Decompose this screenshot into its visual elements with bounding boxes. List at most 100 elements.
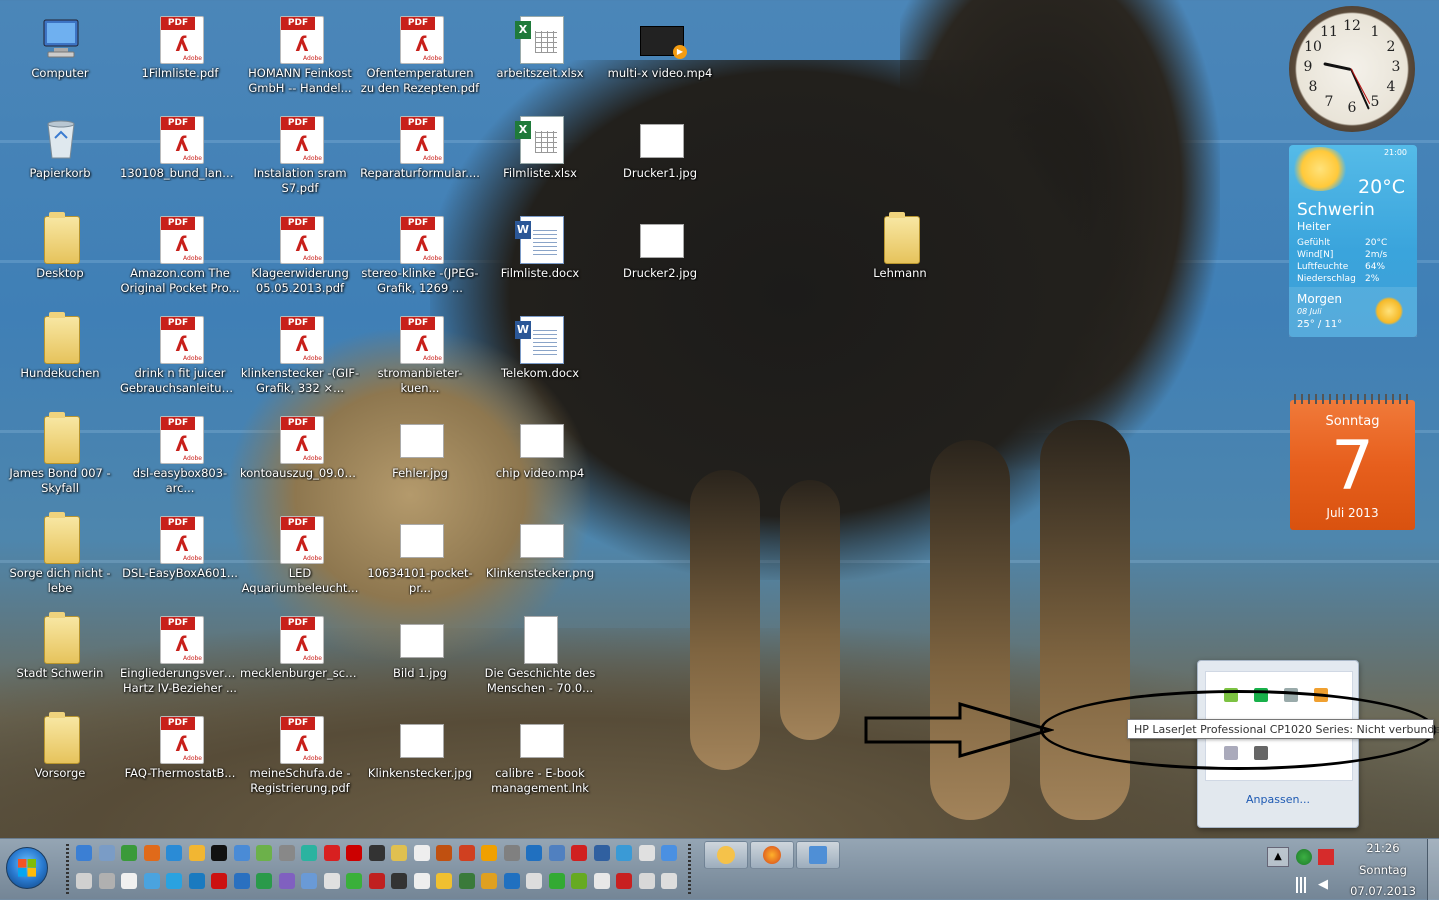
desktop-icon[interactable]: PDF ʎ Adobe 130108_bund_landw... [120,108,240,204]
quick-launch-app-icon[interactable] [76,873,92,889]
weather-gadget[interactable]: 21:00 20°C Schwerin Heiter Gefühlt 20°C W… [1289,145,1417,337]
taskbar-app-button[interactable] [704,841,748,869]
customize-link[interactable]: Anpassen... [1198,793,1358,806]
quick-launch-app-icon[interactable] [368,873,385,889]
quick-launch-app-icon[interactable] [548,873,565,889]
quick-launch-app-icon[interactable] [166,845,182,861]
quick-launch-app-icon[interactable] [593,845,610,861]
quick-launch-app-icon[interactable] [188,873,205,889]
desktop-icon[interactable]: PDF ʎ Adobe stereo-klinke -(JPEG-Grafik, 12… [360,208,480,304]
desktop-icon[interactable]: Die Geschichte des Menschen - 70.0... [480,608,600,704]
quick-launch-app-icon[interactable] [503,873,520,889]
calendar-gadget[interactable]: Sonntag 7 Juli 2013 [1290,394,1415,530]
volume-icon[interactable]: ◀ [1318,877,1334,893]
quick-launch-app-icon[interactable] [166,873,182,889]
quick-launch-app-icon[interactable] [503,845,520,861]
desktop-icon[interactable]: PDF ʎ Adobe Eingliederungsvere... Hartz IV-… [120,608,240,704]
signal-icon[interactable] [1296,877,1312,893]
quick-launch-app-icon[interactable] [121,845,137,861]
desktop-icon[interactable]: PDF ʎ Adobe DSL-EasyBoxA601... [120,508,240,604]
security-icon[interactable] [1296,849,1312,865]
quick-launch-app-icon[interactable] [143,873,160,889]
desktop-icon[interactable]: Papierkorb [0,108,120,204]
desktop-icon[interactable]: PDF ʎ Adobe Amazon.com The Original Pocket … [120,208,240,304]
desktop-icon[interactable]: PDF ʎ Adobe Klageerwiderung 05.05.2013.pdf [240,208,360,304]
desktop-icon[interactable]: PDF ʎ Adobe drink n fit juicer Gebrauchsanl… [120,308,240,404]
start-button[interactable] [6,847,48,889]
taskbar-clock-weekday[interactable]: Sonntag [1346,863,1420,877]
quick-launch-app-icon[interactable] [256,873,272,889]
quick-launch-app-icon[interactable] [211,845,227,861]
desktop-icon[interactable]: Fehler.jpg [360,408,480,504]
desktop-icon[interactable]: Sorge dich nicht - lebe [0,508,120,604]
quick-launch-app-icon[interactable] [436,845,452,861]
quick-launch-app-icon[interactable] [323,873,340,889]
desktop-icon[interactable]: W Telekom.docx [480,308,600,404]
quick-launch-app-icon[interactable] [256,845,272,861]
desktop-icon[interactable]: chip video.mp4 [480,408,600,504]
desktop-icon[interactable]: PDF ʎ Adobe klinkenstecker -(GIF-Grafik, 33… [240,308,360,404]
desktop-icon[interactable]: PDF ʎ Adobe HOMANN Feinkost GmbH -- Handel.… [240,8,360,104]
quick-launch-app-icon[interactable] [346,873,362,889]
quick-launch-app-icon[interactable] [301,845,317,861]
quick-launch-app-icon[interactable] [458,845,475,861]
desktop-icon[interactable]: W Filmliste.docx [480,208,600,304]
desktop-icon[interactable]: Stadt Schwerin [0,608,120,704]
toolbar-grip[interactable] [66,844,69,894]
quick-launch-app-icon[interactable] [548,845,565,861]
quick-launch-app-icon[interactable] [233,845,250,861]
desktop-icon[interactable]: X Filmliste.xlsx [480,108,600,204]
quick-launch-app-icon[interactable] [368,845,385,861]
desktop-icon[interactable]: PDF ʎ Adobe FAQ-ThermostatB... [120,708,240,804]
toolbar-grip[interactable] [688,844,691,894]
desktop-icon[interactable]: PDF ʎ Adobe Reparaturformular.... [360,108,480,204]
desktop-icon[interactable]: Lehmann [840,208,960,304]
quick-launch-app-icon[interactable] [391,845,407,861]
quick-launch-app-icon[interactable] [571,845,587,861]
desktop-icon[interactable]: PDFʎAdobe kontoauszug_09.01...2.pdf [240,408,360,504]
quick-launch-app-icon[interactable] [323,845,340,861]
desktop-icon[interactable]: Vorsorge [0,708,120,804]
quick-launch-app-icon[interactable] [233,873,250,889]
desktop-icon[interactable]: PDF ʎ Adobe stromanbieter-kuen... [360,308,480,404]
desktop-icon[interactable]: Drucker2.jpg [600,208,720,304]
quick-launch-app-icon[interactable] [413,873,430,889]
quick-launch-app-icon[interactable] [458,873,475,889]
quick-launch-app-icon[interactable] [638,845,655,861]
desktop-icon[interactable]: PDF ʎ Adobe mecklenburger_sch... [240,608,360,704]
desktop-icon[interactable]: PDF ʎ Adobe Ofentemperaturen zu den Rezepte… [360,8,480,104]
quick-launch-app-icon[interactable] [616,845,632,861]
action-center-icon[interactable] [1318,849,1334,865]
quick-launch-app-icon[interactable] [346,845,362,861]
quick-launch-app-icon[interactable] [481,873,497,889]
quick-launch-app-icon[interactable] [413,845,430,861]
quick-launch-app-icon[interactable] [143,845,160,861]
desktop-icon[interactable]: Bild 1.jpg [360,608,480,704]
desktop-icon[interactable]: Klinkenstecker.png [480,508,600,604]
desktop-icon[interactable]: PDF ʎ Adobe 1Filmliste.pdf [120,8,240,104]
desktop-icon[interactable]: Xarbeitszeit.xlsx [480,8,600,104]
quick-launch-app-icon[interactable] [211,873,227,889]
quick-launch-app-icon[interactable] [638,873,655,889]
quick-launch-app-icon[interactable] [98,845,115,861]
quick-launch-app-icon[interactable] [278,845,295,861]
quick-launch-app-icon[interactable] [481,845,497,861]
taskbar-clock-time[interactable]: 21:26 [1346,841,1420,855]
quick-launch-app-icon[interactable] [188,845,205,861]
quick-launch-app-icon[interactable] [526,845,542,861]
tray-expand-button[interactable]: ▲ [1267,847,1289,867]
desktop-icon[interactable]: PDF ʎ Adobe meineSchufa.de - Registrierung.… [240,708,360,804]
desktop-icon[interactable]: Computer [0,8,120,104]
desktop-icon[interactable]: Drucker1.jpg [600,108,720,204]
quick-launch-app-icon[interactable] [76,845,92,861]
desktop-icon[interactable]: James Bond 007 - Skyfall [0,408,120,504]
desktop-icon[interactable]: calibre - E-book management.lnk [480,708,600,804]
taskbar-remote-button[interactable] [796,841,840,869]
desktop-icon[interactable]: 10634101-pocket-pr... [360,508,480,604]
desktop-icon[interactable]: Hundekuchen [0,308,120,404]
quick-launch-app-icon[interactable] [436,873,452,889]
desktop-icon[interactable]: PDF ʎ Adobe Instalation sram S7.pdf [240,108,360,204]
desktop-icon[interactable]: Klinkenstecker.jpg [360,708,480,804]
quick-launch-app-icon[interactable] [121,873,137,889]
quick-launch-app-icon[interactable] [571,873,587,889]
